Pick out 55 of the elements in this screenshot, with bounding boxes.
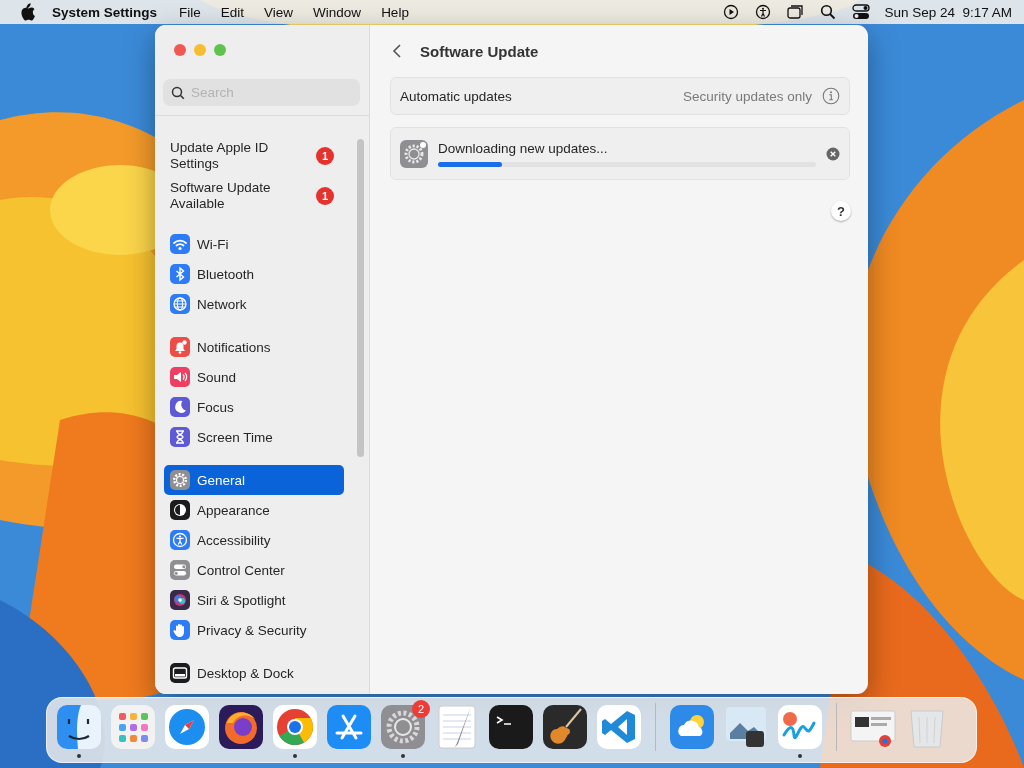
finder-face-icon[interactable] bbox=[55, 703, 103, 751]
search-icon[interactable] bbox=[820, 4, 837, 20]
info-icon[interactable] bbox=[822, 87, 840, 105]
app-menu[interactable]: System Settings bbox=[38, 4, 170, 20]
cloud-sun-icon[interactable] bbox=[668, 703, 716, 751]
search-icon bbox=[171, 86, 185, 100]
sidebar-item[interactable]: Wi-Fi bbox=[164, 229, 344, 259]
row-value: Security updates only bbox=[682, 88, 812, 104]
page-title: Software Update bbox=[420, 42, 539, 60]
sidebar-item[interactable]: Accessibility bbox=[164, 525, 344, 555]
sidebar-item[interactable]: Desktop & Dock bbox=[164, 658, 344, 688]
app-store-icon[interactable] bbox=[325, 703, 373, 751]
compass-icon[interactable] bbox=[163, 703, 211, 751]
windows-icon[interactable] bbox=[787, 4, 805, 20]
app-grid-icon[interactable] bbox=[109, 703, 157, 751]
sidebar-item[interactable]: Siri & Spotlight bbox=[164, 585, 344, 615]
menu-item[interactable]: Window bbox=[303, 4, 372, 20]
menu-item[interactable]: View bbox=[254, 4, 304, 20]
gear-icon bbox=[400, 139, 428, 168]
alert-item[interactable]: Update Apple ID Settings bbox=[170, 140, 300, 172]
fox-icon[interactable] bbox=[217, 703, 265, 751]
control-center-icon[interactable] bbox=[852, 3, 871, 21]
sidebar-item[interactable]: Screen Time bbox=[164, 422, 344, 452]
cancel-icon[interactable] bbox=[826, 146, 840, 161]
accessibility-icon[interactable] bbox=[755, 4, 772, 20]
notification-badge: 2 bbox=[412, 700, 430, 718]
row-label: Automatic updates bbox=[400, 88, 512, 104]
sidebar-item[interactable]: General bbox=[164, 465, 344, 495]
back-icon[interactable] bbox=[392, 43, 402, 59]
sidebar-item[interactable]: Focus bbox=[164, 392, 344, 422]
scribble-icon[interactable] bbox=[776, 703, 824, 751]
browser-icon[interactable] bbox=[271, 703, 319, 751]
scrollbar-thumb[interactable] bbox=[357, 139, 364, 457]
alert-item[interactable]: Software Update Available bbox=[170, 180, 300, 212]
close-button[interactable] bbox=[174, 44, 186, 56]
sidebar-item[interactable]: Network bbox=[164, 289, 344, 319]
sidebar-item[interactable]: Control Center bbox=[164, 555, 344, 585]
terminal-icon[interactable] bbox=[487, 703, 535, 751]
guitar-icon[interactable] bbox=[541, 703, 589, 751]
menu-item[interactable]: Help bbox=[371, 4, 419, 20]
sidebar-item[interactable]: Sound bbox=[164, 362, 344, 392]
notification-badge: 1 bbox=[316, 187, 334, 205]
sidebar-item[interactable]: Appearance bbox=[164, 495, 344, 525]
sidebar-item[interactable]: Privacy & Security bbox=[164, 615, 344, 645]
gear-icon[interactable] bbox=[379, 703, 427, 751]
play-circle-icon[interactable] bbox=[723, 4, 740, 20]
code-editor-icon[interactable] bbox=[595, 703, 643, 751]
sidebar-item[interactable]: Bluetooth bbox=[164, 259, 344, 289]
download-status: Downloading new updates... bbox=[438, 140, 609, 156]
notification-badge: 1 bbox=[316, 147, 334, 165]
sidebar-item[interactable]: Notifications bbox=[164, 332, 344, 362]
menu-item[interactable]: File bbox=[169, 4, 211, 20]
help-button[interactable]: ? bbox=[831, 201, 851, 221]
clock[interactable]: Sun Sep 24 9:17 AM bbox=[884, 4, 1012, 20]
menu-item[interactable]: Edit bbox=[210, 4, 255, 20]
